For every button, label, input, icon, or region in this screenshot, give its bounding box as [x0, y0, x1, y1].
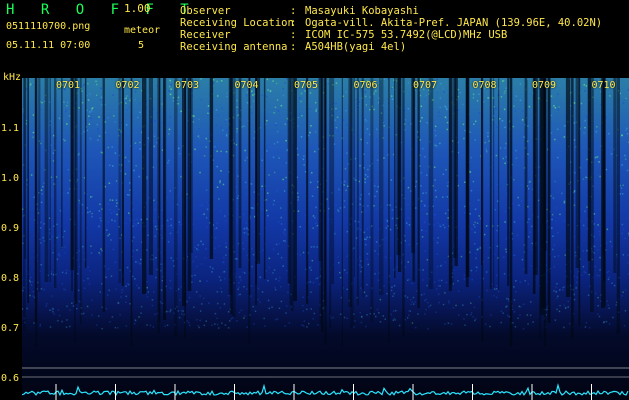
observer-key: Observer — [180, 5, 231, 17]
time-tick-label: 0702 — [115, 80, 140, 91]
time-tick-label: 0710 — [591, 80, 616, 91]
app-version: 1.00 — [124, 2, 151, 15]
header-panel: H R O F F T 1.00 0511110700.png meteor 0… — [0, 0, 629, 74]
meteor-label: meteor — [124, 25, 161, 36]
y-tick-label: 0.7 — [1, 323, 20, 334]
receiver-key: Receiver — [180, 29, 231, 41]
time-tick-label: 0703 — [175, 80, 200, 91]
y-tick-label: 1.1 — [1, 123, 20, 134]
y-tick-label: 0.9 — [1, 223, 20, 234]
time-tick-label: 0705 — [294, 80, 319, 91]
time-tick-label: 0709 — [532, 80, 557, 91]
y-axis-unit: kHz — [3, 72, 22, 83]
time-tick-label: 0701 — [56, 80, 81, 91]
receiver-value: ICOM IC-575 53.7492(@LCD)MHz USB — [305, 29, 508, 41]
location-key: Receiving Location — [180, 17, 294, 29]
observer-value: Masayuki Kobayashi — [305, 5, 419, 17]
time-tick-label: 0704 — [234, 80, 259, 91]
antenna-value: A504HB(yagi 4el) — [305, 41, 407, 53]
time-tick-label: 0707 — [413, 80, 438, 91]
spectrogram-canvas — [22, 78, 629, 400]
meteor-count: 5 — [138, 40, 145, 51]
y-tick-label: 1.0 — [1, 173, 20, 184]
time-tick-label: 0706 — [353, 80, 378, 91]
app-title: H R O F F T — [6, 2, 198, 18]
y-tick-label: 0.6 — [1, 373, 20, 384]
antenna-key: Receiving antenna — [180, 41, 288, 53]
time-tick-label: 0708 — [472, 80, 497, 91]
file-datetime: 05.11.11 07:00 — [6, 40, 91, 51]
location-value: Ogata-vill. Akita-Pref. JAPAN (139.96E, … — [305, 17, 603, 29]
y-tick-label: 0.8 — [1, 273, 20, 284]
file-name: 0511110700.png — [6, 21, 91, 32]
